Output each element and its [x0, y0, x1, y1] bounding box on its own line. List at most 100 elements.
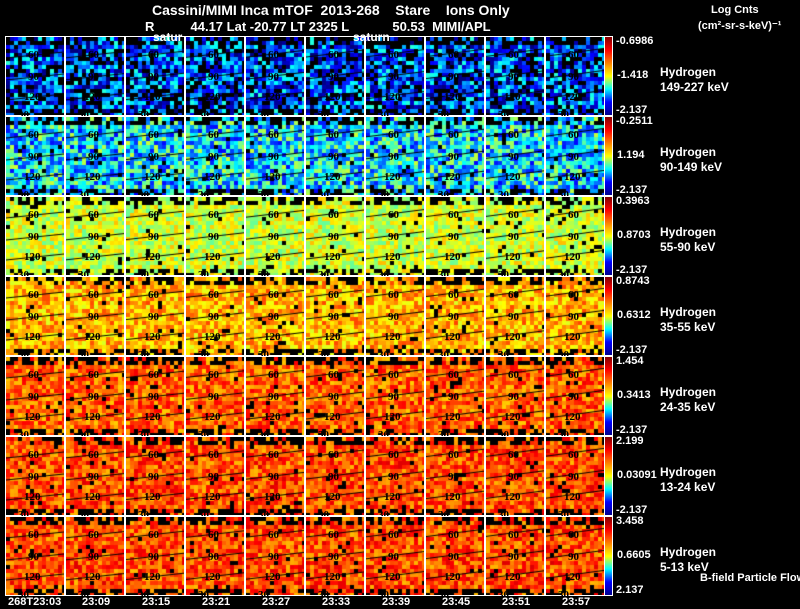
contour-label: 90: [448, 151, 459, 163]
time-label: 23:15: [142, 596, 171, 608]
contour-label: 60: [508, 449, 519, 461]
heatmap-panel: 60 90 120 30: [365, 516, 425, 601]
contour-label: 60: [388, 529, 399, 541]
contour-label: 60: [148, 449, 159, 461]
contour-label: 60: [88, 369, 99, 381]
contour-label: 90: [28, 471, 39, 483]
contour-label: 120: [504, 411, 521, 423]
contour-label: 120: [264, 91, 281, 103]
contour-label: 120: [444, 491, 461, 503]
heatmap-panel: 60 90 120 30: [5, 276, 65, 361]
contour-label: 90: [448, 391, 459, 403]
contour-label: 60: [328, 49, 339, 61]
heatmap-panel: 60 90 120 30: [5, 196, 65, 281]
heatmap-panel: 60 90 120 30: [245, 516, 305, 601]
contour-label: 120: [24, 571, 41, 583]
contour-label: 90: [448, 71, 459, 83]
colorbar-max: -0.6986: [616, 35, 654, 47]
colorbar: [604, 36, 613, 116]
heatmap-panel: 60 90 120 30: [545, 116, 605, 201]
species-name: Hydrogen: [660, 545, 717, 559]
contour-label: 60: [568, 529, 579, 541]
contour-label: 120: [564, 411, 581, 423]
heatmap-panel: 60 90 120 30: [365, 116, 425, 201]
contour-label: 90: [568, 311, 579, 323]
colorbar-mid: 0.03091: [617, 469, 657, 481]
contour-label: 90: [88, 71, 99, 83]
species-name: Hydrogen: [660, 305, 717, 319]
contour-label: 120: [84, 491, 101, 503]
contour-label: 90: [508, 551, 519, 563]
contour-label: 60: [148, 289, 159, 301]
heatmap-panel: 60 90 120 30: [65, 436, 125, 521]
contour-label: 120: [84, 571, 101, 583]
heatmap-panel: 60 90 120 30: [425, 276, 485, 361]
time-label: 23:21: [202, 596, 231, 608]
energy-range: 55-90 keV: [660, 240, 716, 254]
contour-label: 60: [568, 129, 579, 141]
contour-label: 60: [388, 369, 399, 381]
contour-label: 120: [84, 91, 101, 103]
colorbar-mid: -1.418: [617, 69, 649, 81]
contour-label: 90: [268, 311, 279, 323]
contour-label: 90: [328, 471, 339, 483]
species-label: Hydrogen 90-149 keV: [660, 145, 722, 175]
heatmap-panel: 60 90 120 30: [365, 36, 425, 121]
contour-label: 60: [28, 129, 39, 141]
species-name: Hydrogen: [660, 385, 717, 399]
colorbar-min: 2.137: [616, 584, 644, 596]
contour-label: 120: [504, 491, 521, 503]
contour-label: 60: [268, 209, 279, 221]
heatmap-panel: 60 90 120 30: [545, 356, 605, 441]
contour-label: 60: [328, 449, 339, 461]
contour-label: 90: [448, 551, 459, 563]
contour-label: 60: [328, 289, 339, 301]
species-label: Hydrogen 55-90 keV: [660, 225, 716, 255]
heatmap-panel: 60 90 120 30: [305, 436, 365, 521]
contour-label: 120: [204, 171, 221, 183]
contour-label: 90: [388, 311, 399, 323]
contour-label: 90: [28, 551, 39, 563]
heatmap-panel: 60 90 120 30: [305, 116, 365, 201]
contour-label: 60: [328, 129, 339, 141]
heatmap-panel: 60 90 120 30: [185, 36, 245, 121]
contour-label: 90: [148, 471, 159, 483]
contour-label: 90: [448, 231, 459, 243]
species-label: Hydrogen 35-55 keV: [660, 305, 716, 335]
contour-label: 120: [264, 331, 281, 343]
heatmap-panel: 60 90 120 30: [485, 196, 545, 281]
heatmap-panel: 60 90 120 30: [305, 196, 365, 281]
contour-label: 120: [324, 571, 341, 583]
heatmap-panel: 60 90 120 30: [65, 196, 125, 281]
contour-label: 90: [328, 151, 339, 163]
heatmap-panel: 60 90 120 30: [425, 116, 485, 201]
heatmap-panel: 60 90 120 30: [485, 116, 545, 201]
heatmap-panel: 60 90 120 30: [485, 436, 545, 521]
species-label: Hydrogen 13-24 keV: [660, 465, 716, 495]
contour-label: 60: [508, 49, 519, 61]
contour-label: 60: [268, 449, 279, 461]
contour-label: 60: [448, 369, 459, 381]
contour-label: 60: [28, 449, 39, 461]
heatmap-panel: 60 90 120 30: [185, 516, 245, 601]
contour-label: 60: [508, 529, 519, 541]
contour-label: 90: [208, 231, 219, 243]
contour-label: 120: [204, 491, 221, 503]
heatmap-panel: 60 90 120 30: [5, 116, 65, 201]
contour-label: 120: [84, 171, 101, 183]
contour-label: 90: [328, 391, 339, 403]
contour-label: 90: [268, 391, 279, 403]
contour-label: 60: [568, 49, 579, 61]
colorbar-mid: 0.6312: [617, 309, 651, 321]
heatmap-panel: 60 90 120 30: [425, 436, 485, 521]
contour-label: 60: [568, 369, 579, 381]
contour-label: 90: [208, 471, 219, 483]
contour-label: 60: [88, 449, 99, 461]
contour-label: 60: [268, 529, 279, 541]
colorbar-max: 1.454: [616, 355, 644, 367]
contour-label: 120: [264, 411, 281, 423]
contour-label: 120: [564, 91, 581, 103]
time-label: 23:09: [82, 596, 111, 608]
contour-label: 90: [148, 231, 159, 243]
contour-label: 60: [388, 449, 399, 461]
